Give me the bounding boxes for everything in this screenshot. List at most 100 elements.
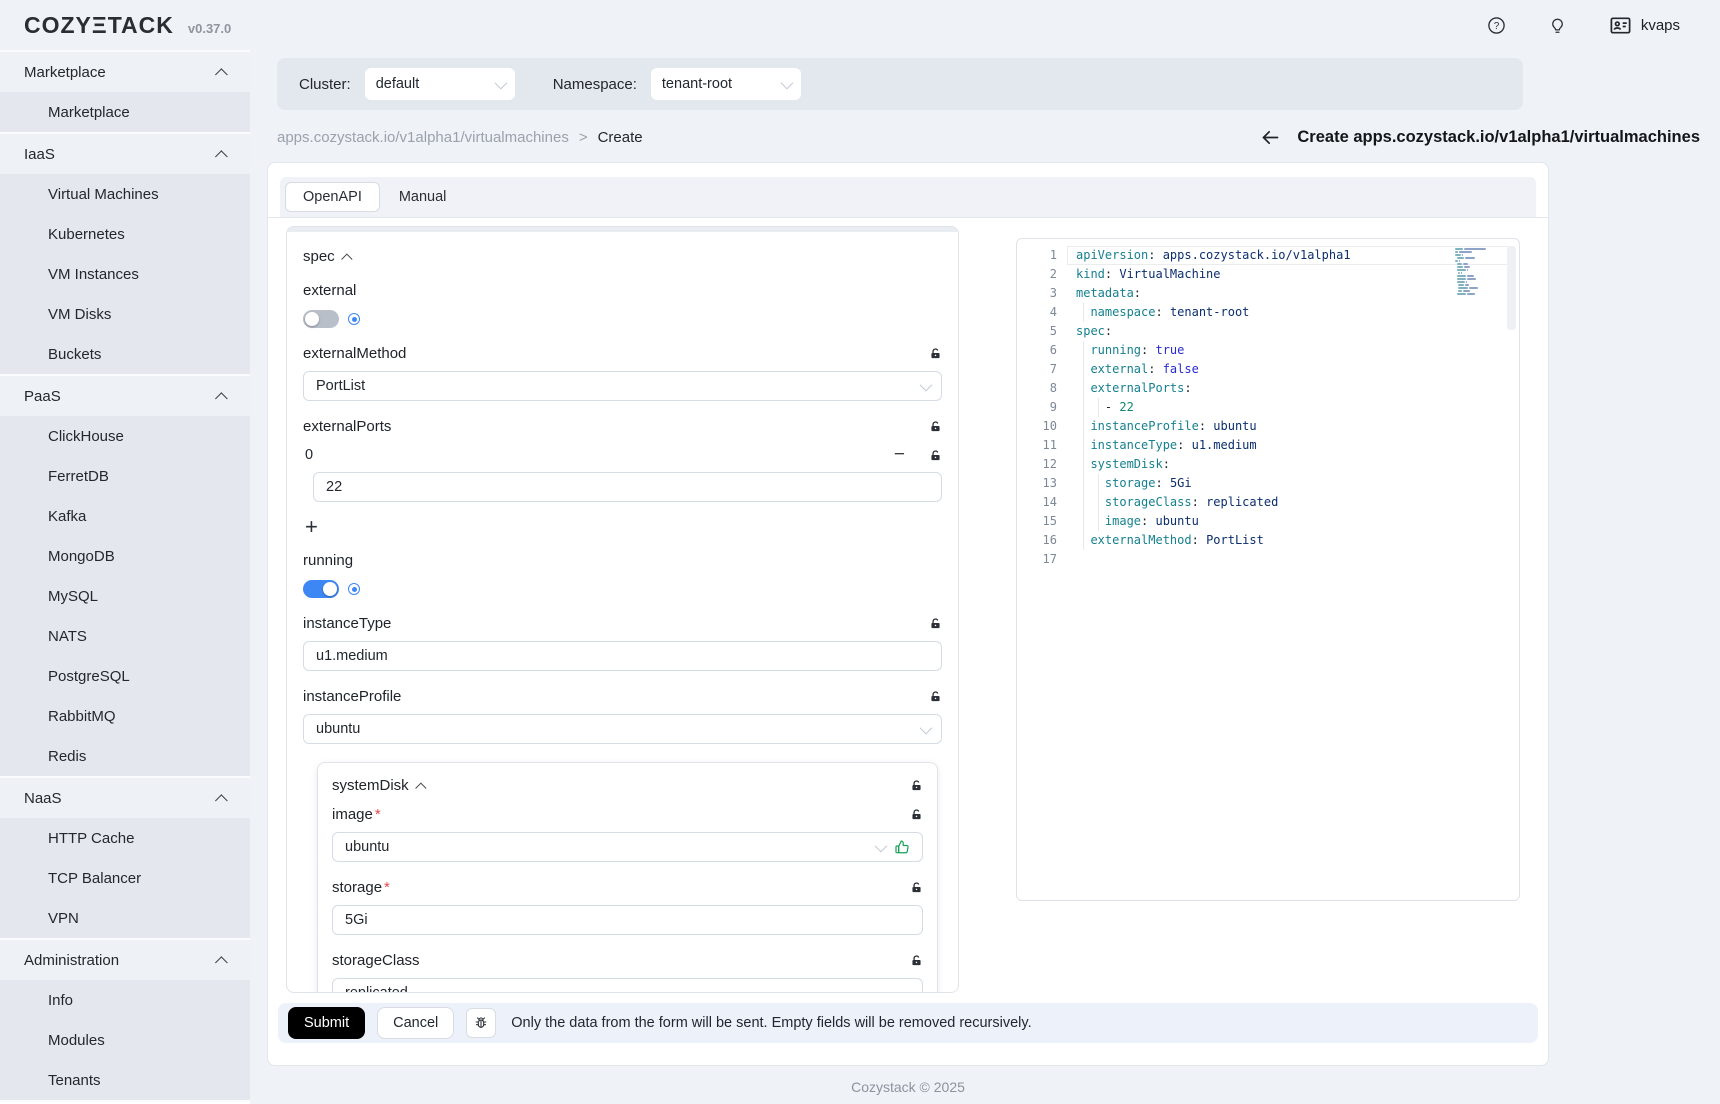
help-icon[interactable]: ? (1487, 16, 1506, 35)
systemdisk-section-header[interactable]: systemDisk (332, 777, 923, 794)
sidebar-item-clickhouse[interactable]: ClickHouse (0, 416, 250, 456)
sidebar-section-label: IaaS (24, 146, 55, 163)
line-number: 6 (1017, 341, 1057, 360)
app-logo[interactable]: COZYΞTACK (24, 12, 174, 39)
instanceProfile-select[interactable]: ubuntu (303, 714, 942, 744)
chevron-up-icon (215, 794, 228, 807)
sidebar-section-administration[interactable]: Administration (0, 940, 250, 980)
sidebar-item-nats[interactable]: NATS (0, 616, 250, 656)
sidebar-item-buckets[interactable]: Buckets (0, 334, 250, 374)
editor-scrollbar[interactable] (1507, 246, 1516, 330)
thumbs-up-icon[interactable] (894, 839, 910, 855)
debug-button[interactable] (466, 1008, 496, 1038)
tab-openapi[interactable]: OpenAPI (285, 182, 380, 212)
sidebar-item-redis[interactable]: Redis (0, 736, 250, 776)
sidebar-item-info[interactable]: Info (0, 980, 250, 1020)
line-number: 15 (1017, 512, 1057, 531)
namespace-label: Namespace: (553, 76, 637, 93)
sidebar-item-vpn[interactable]: VPN (0, 898, 250, 938)
breadcrumb-resource-link[interactable]: apps.cozystack.io/v1alpha1/virtualmachin… (277, 129, 569, 146)
sidebar-item-postgresql[interactable]: PostgreSQL (0, 656, 250, 696)
sidebar-section-naas[interactable]: NaaS (0, 778, 250, 818)
required-asterisk: * (375, 806, 381, 823)
lightbulb-icon[interactable] (1548, 16, 1567, 35)
namespace-select[interactable]: tenant-root (651, 68, 801, 100)
unlocked-padlock-icon[interactable] (910, 954, 923, 967)
chevron-down-icon (920, 721, 933, 734)
sidebar-item-tenants[interactable]: Tenants (0, 1060, 250, 1100)
unlocked-padlock-icon[interactable] (929, 449, 942, 462)
field-storage: storage * (332, 877, 923, 935)
code-line: 10 instanceProfile: ubuntu (1017, 417, 1519, 436)
cluster-select[interactable]: default (365, 68, 515, 100)
sidebar-item-tcp-balancer[interactable]: TCP Balancer (0, 858, 250, 898)
submit-button[interactable]: Submit (288, 1007, 365, 1039)
editor-minimap[interactable] (1455, 248, 1503, 296)
back-arrow-icon[interactable] (1260, 127, 1281, 148)
sidebar-item-mongodb[interactable]: MongoDB (0, 536, 250, 576)
line-number: 17 (1017, 550, 1057, 569)
tabs-bar: OpenAPI Manual (280, 177, 1536, 217)
instanceType-input[interactable] (303, 641, 942, 671)
field-externalPorts: externalPorts 0 − (303, 416, 942, 540)
line-number: 9 (1017, 398, 1057, 417)
code-text: kind: VirtualMachine (1076, 265, 1221, 284)
sidebar-section-marketplace[interactable]: Marketplace (0, 52, 250, 92)
sidebar: MarketplaceMarketplace IaaS Virtual Machin… (0, 50, 250, 1104)
sidebar-item-vm-instances[interactable]: VM Instances (0, 254, 250, 294)
unlocked-padlock-icon[interactable] (910, 808, 923, 821)
sidebar-item-mysql[interactable]: MySQL (0, 576, 250, 616)
yaml-editor[interactable]: 1apiVersion: apps.cozystack.io/v1alpha12… (1016, 238, 1520, 901)
unlocked-padlock-icon[interactable] (929, 420, 942, 433)
externalMethod-select[interactable]: PortList (303, 371, 942, 401)
unlocked-padlock-icon[interactable] (910, 779, 923, 792)
tab-manual[interactable]: Manual (382, 182, 464, 212)
unlocked-padlock-icon[interactable] (929, 690, 942, 703)
code-line: 3metadata: (1017, 284, 1519, 303)
chevron-down-icon (920, 378, 933, 391)
sidebar-item-modules[interactable]: Modules (0, 1020, 250, 1060)
add-item-button[interactable]: + (305, 514, 329, 540)
code-line: 16 externalMethod: PortList (1017, 531, 1519, 550)
code-text: instanceProfile: ubuntu (1076, 417, 1257, 436)
externalPorts-0-input[interactable] (313, 472, 942, 502)
sidebar-item-http-cache[interactable]: HTTP Cache (0, 818, 250, 858)
code-line: 15 image: ubuntu (1017, 512, 1519, 531)
storageClass-input[interactable] (332, 978, 923, 993)
sidebar-item-kafka[interactable]: Kafka (0, 496, 250, 536)
running-label: running (303, 552, 353, 569)
external-toggle[interactable] (303, 310, 339, 328)
line-number: 16 (1017, 531, 1057, 550)
breadcrumb: apps.cozystack.io/v1alpha1/virtualmachin… (277, 129, 643, 146)
code-text: systemDisk: (1076, 455, 1170, 474)
sidebar-item-virtual-machines[interactable]: Virtual Machines (0, 174, 250, 214)
sidebar-item-marketplace[interactable]: Marketplace (0, 92, 250, 132)
sidebar-item-kubernetes[interactable]: Kubernetes (0, 214, 250, 254)
sidebar-section-iaas[interactable]: IaaS (0, 134, 250, 174)
image-select[interactable]: ubuntu (332, 832, 923, 862)
sidebar-item-rabbitmq[interactable]: RabbitMQ (0, 696, 250, 736)
field-image: image * ubuntu (332, 804, 923, 862)
line-number: 3 (1017, 284, 1057, 303)
unlocked-padlock-icon[interactable] (929, 617, 942, 630)
systemdisk-label: systemDisk (332, 777, 409, 794)
item-index-label: 0 (303, 447, 313, 463)
spec-section-header[interactable]: spec (303, 248, 942, 265)
storage-input[interactable] (332, 905, 923, 935)
running-toggle[interactable] (303, 580, 339, 598)
unlocked-padlock-icon[interactable] (910, 881, 923, 894)
code-text: storageClass: replicated (1076, 493, 1278, 512)
sidebar-item-ferretdb[interactable]: FerretDB (0, 456, 250, 496)
code-line: 12 systemDisk: (1017, 455, 1519, 474)
field-externalMethod: externalMethod PortList (303, 343, 942, 401)
sidebar-item-vm-disks[interactable]: VM Disks (0, 294, 250, 334)
context-toolbar: Cluster: default Namespace: tenant-root (277, 58, 1523, 110)
cluster-value: default (376, 76, 420, 92)
remove-item-button[interactable]: − (894, 448, 905, 462)
unlocked-padlock-icon[interactable] (929, 347, 942, 360)
user-menu[interactable]: kvaps (1609, 14, 1680, 37)
cancel-button[interactable]: Cancel (377, 1007, 454, 1039)
sidebar-section-paas[interactable]: PaaS (0, 376, 250, 416)
field-running: running (303, 550, 942, 598)
chevron-down-icon (494, 76, 507, 89)
